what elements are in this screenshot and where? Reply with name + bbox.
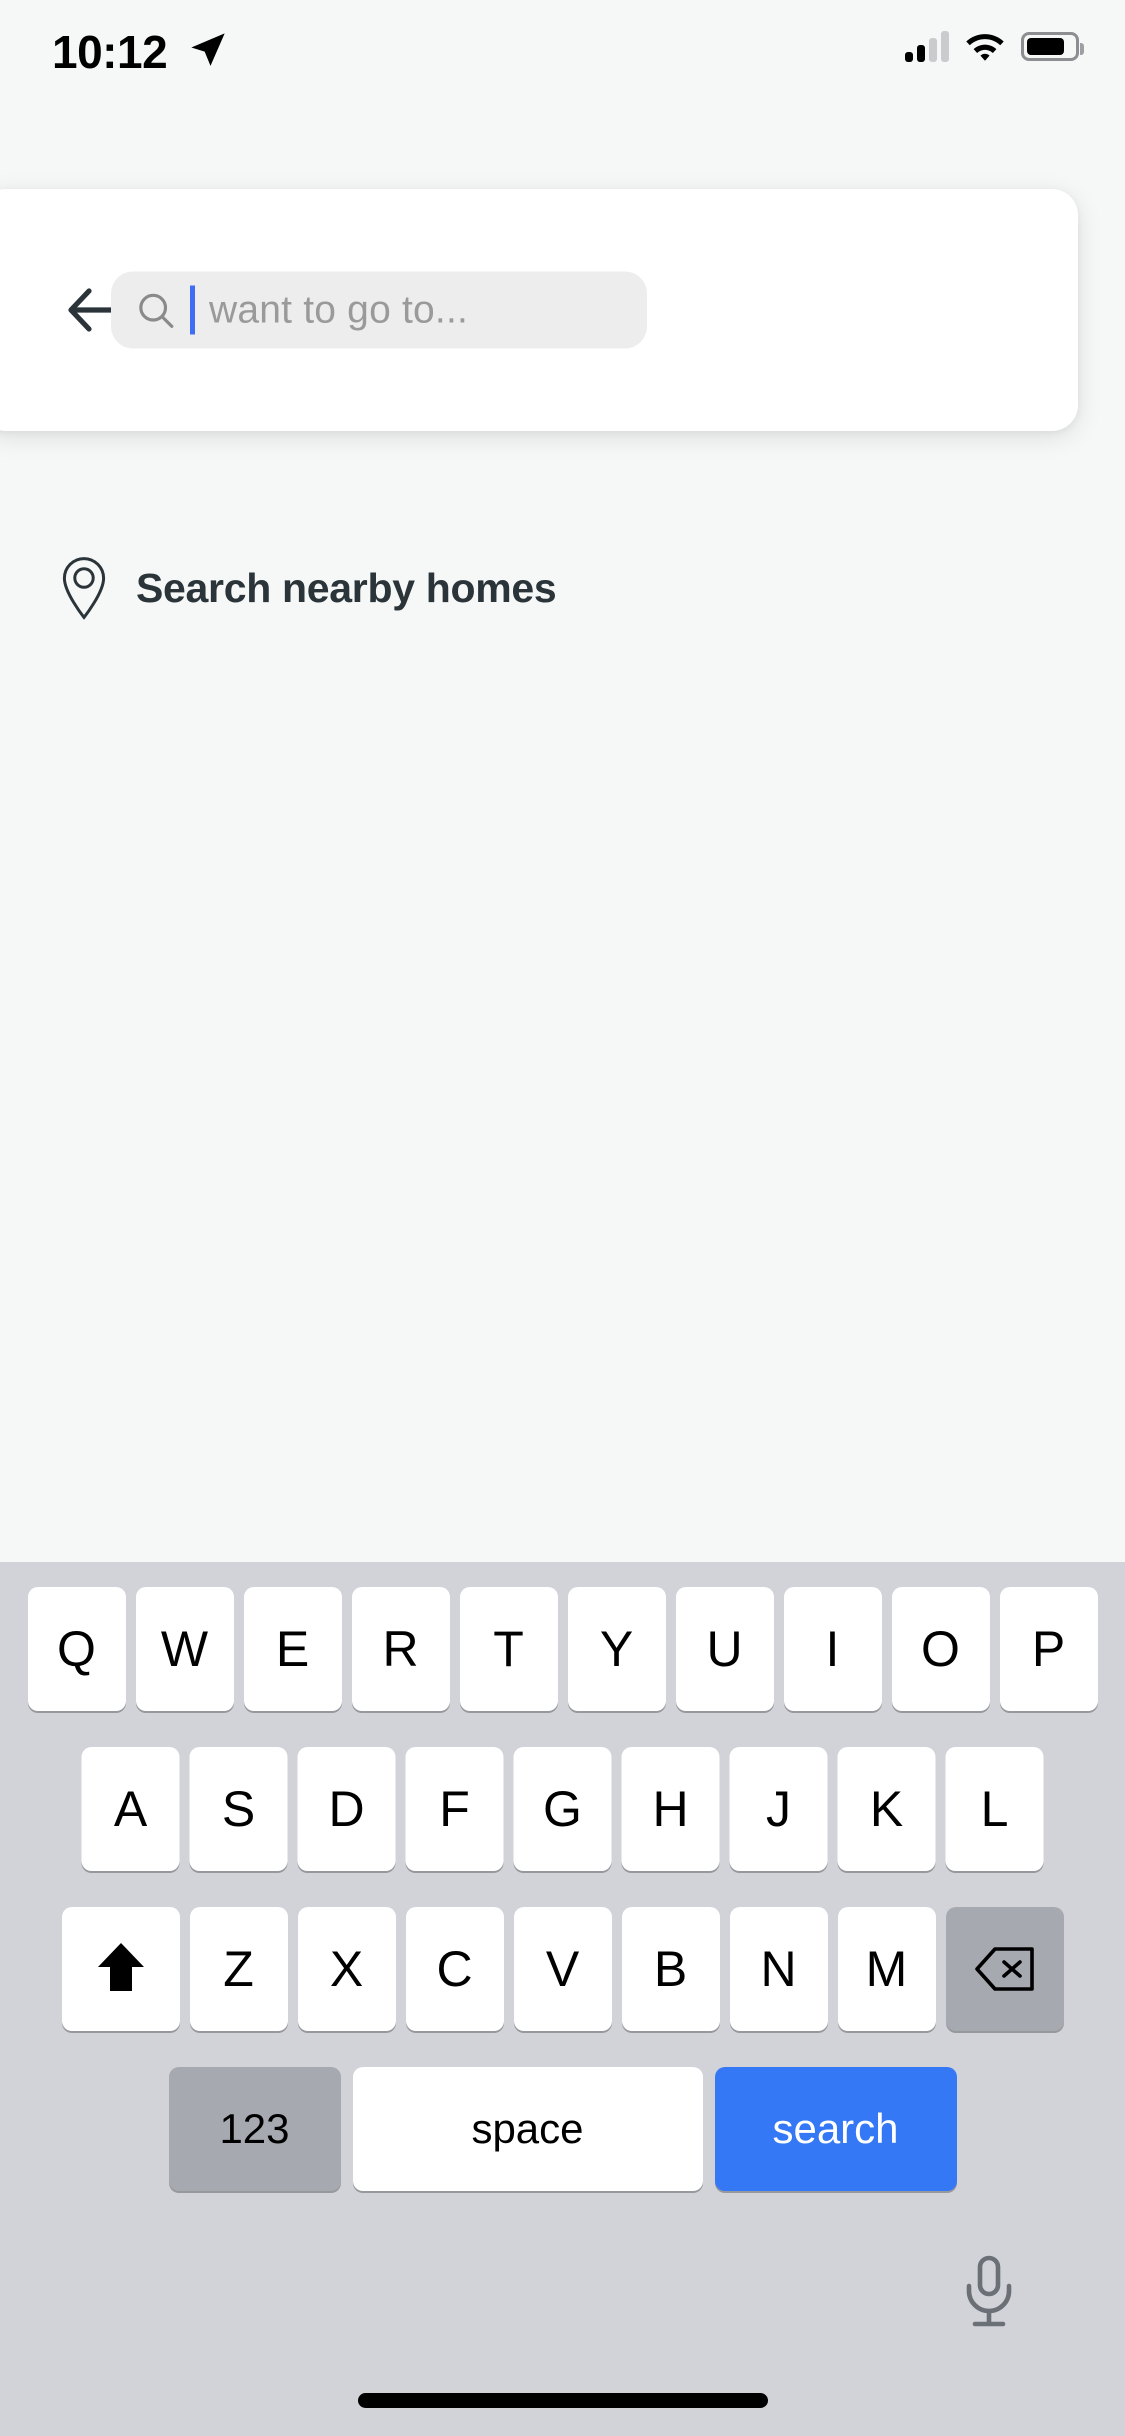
key-c[interactable]: C — [405, 1907, 504, 2031]
space-key[interactable]: space — [352, 2067, 703, 2191]
phone-screen: 10:12 want to go to... Search nearby hom… — [0, 0, 1125, 2436]
key-x[interactable]: X — [297, 1907, 396, 2031]
key-q[interactable]: Q — [27, 1587, 126, 1711]
key-k[interactable]: K — [837, 1747, 936, 1871]
key-s[interactable]: S — [189, 1747, 288, 1871]
key-y[interactable]: Y — [567, 1587, 666, 1711]
key-h[interactable]: H — [621, 1747, 720, 1871]
search-nearby-homes-label: Search nearby homes — [136, 564, 557, 611]
status-time: 10:12 — [52, 26, 168, 78]
battery-icon — [1021, 31, 1084, 61]
search-nearby-homes-item[interactable]: Search nearby homes — [0, 542, 1125, 634]
shift-key[interactable] — [61, 1907, 180, 2031]
microphone-button[interactable] — [953, 2252, 1025, 2332]
backspace-icon — [974, 1947, 1034, 1991]
key-g[interactable]: G — [513, 1747, 612, 1871]
cellular-signal-icon — [905, 30, 949, 62]
home-indicator[interactable] — [357, 2393, 768, 2408]
microphone-icon — [966, 2255, 1012, 2327]
search-header-card: want to go to... — [0, 189, 1078, 431]
key-a[interactable]: A — [81, 1747, 180, 1871]
status-icons — [905, 30, 1084, 62]
map-pin-icon — [62, 557, 106, 620]
key-w[interactable]: W — [135, 1587, 234, 1711]
keyboard-row-4: 123 space search — [0, 2067, 1125, 2191]
key-v[interactable]: V — [513, 1907, 612, 2031]
keyboard-row-1: Q W E R T Y U I O P — [0, 1587, 1125, 1711]
keyboard-row-3: Z X C V B N M — [0, 1907, 1125, 2031]
search-input-field[interactable]: want to go to... — [111, 271, 647, 349]
key-p[interactable]: P — [999, 1587, 1098, 1711]
on-screen-keyboard: Q W E R T Y U I O P A S D F G H J K L Z … — [0, 1562, 1125, 2436]
key-r[interactable]: R — [351, 1587, 450, 1711]
keyboard-row-2: A S D F G H J K L — [0, 1747, 1125, 1871]
key-f[interactable]: F — [405, 1747, 504, 1871]
key-i[interactable]: I — [783, 1587, 882, 1711]
key-e[interactable]: E — [243, 1587, 342, 1711]
backspace-key[interactable] — [945, 1907, 1064, 2031]
search-icon — [139, 293, 174, 328]
key-t[interactable]: T — [459, 1587, 558, 1711]
key-n[interactable]: N — [729, 1907, 828, 2031]
key-d[interactable]: D — [297, 1747, 396, 1871]
numeric-key[interactable]: 123 — [168, 2067, 341, 2191]
wifi-icon — [966, 34, 1004, 61]
shift-arrow-icon — [97, 1943, 144, 1991]
search-action-key[interactable]: search — [714, 2067, 957, 2191]
battery-fill — [1027, 37, 1064, 55]
key-b[interactable]: B — [621, 1907, 720, 2031]
text-cursor — [190, 285, 195, 335]
key-z[interactable]: Z — [189, 1907, 288, 2031]
location-arrow-icon — [191, 33, 225, 66]
key-u[interactable]: U — [675, 1587, 774, 1711]
search-placeholder: want to go to... — [209, 288, 469, 331]
status-bar: 10:12 — [0, 0, 1125, 130]
key-o[interactable]: O — [891, 1587, 990, 1711]
key-j[interactable]: J — [729, 1747, 828, 1871]
key-l[interactable]: L — [945, 1747, 1044, 1871]
key-m[interactable]: M — [837, 1907, 936, 2031]
